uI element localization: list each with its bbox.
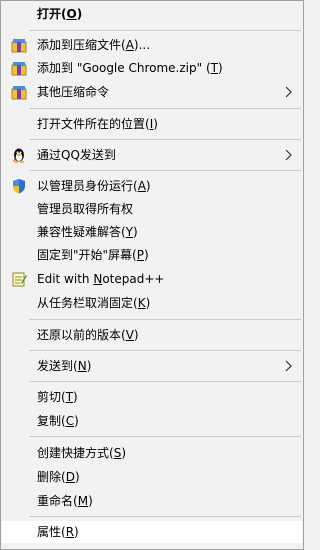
separator [29, 108, 301, 109]
separator [29, 350, 301, 351]
menu-item-label: 创建快捷方式(S) [37, 446, 127, 460]
menu-item-label: 添加到压缩文件(A)... [37, 38, 151, 52]
menu-item-other-compress[interactable]: 其他压缩命令 [1, 81, 303, 103]
menu-item-create-shortcut[interactable]: 创建快捷方式(S) [1, 442, 303, 464]
menu-item-open[interactable]: 打开(O) [1, 3, 303, 25]
separator [29, 30, 301, 31]
menu-item-edit-notepad[interactable]: Edit with Notepad++ [1, 268, 303, 290]
context-menu: 打开(O) 添加到压缩文件(A)... 添加到 "Google Chrome.z… [0, 0, 304, 550]
menu-item-label: 还原以前的版本(V) [37, 328, 139, 342]
menu-item-label: 重命名(M) [37, 494, 93, 508]
menu-item-properties[interactable]: 属性(R) [2, 521, 302, 543]
menu-item-copy[interactable]: 复制(C) [1, 410, 303, 432]
separator [29, 436, 301, 437]
menu-item-pin-start[interactable]: 固定到"开始"屏幕(P) [1, 244, 303, 266]
menu-item-open-location[interactable]: 打开文件所在的位置(I) [1, 113, 303, 135]
menu-item-label: 添加到 "Google Chrome.zip" (T) [37, 61, 223, 75]
menu-item-send-to[interactable]: 发送到(N) [1, 355, 303, 377]
menu-item-label: 打开(O) [37, 7, 83, 21]
separator [29, 139, 301, 140]
menu-item-label: 通过QQ发送到 [37, 148, 116, 162]
menu-item-run-as-admin[interactable]: 以管理员身份运行(A) [1, 175, 303, 197]
menu-item-unpin-taskbar[interactable]: 从任务栏取消固定(K) [1, 292, 303, 314]
menu-item-label: 以管理员身份运行(A) [37, 179, 151, 193]
chevron-right-icon [283, 148, 295, 162]
menu-item-restore-versions[interactable]: 还原以前的版本(V) [1, 324, 303, 346]
winrar-other-icon [11, 84, 27, 100]
menu-item-label: Edit with Notepad++ [37, 272, 165, 286]
notepad-plus-plus-icon [11, 271, 27, 287]
menu-item-take-ownership[interactable]: 管理员取得所有权 [1, 198, 303, 220]
separator [29, 319, 301, 320]
menu-item-label: 打开文件所在的位置(I) [37, 117, 158, 131]
chevron-right-icon [283, 359, 295, 373]
menu-item-label: 属性(R) [37, 525, 79, 539]
menu-item-label: 复制(C) [37, 414, 79, 428]
chevron-right-icon [283, 85, 295, 99]
menu-item-cut[interactable]: 剪切(T) [1, 386, 303, 408]
winrar-zip-icon [11, 60, 27, 76]
separator [29, 381, 301, 382]
menu-item-label: 从任务栏取消固定(K) [37, 296, 151, 310]
menu-item-rename[interactable]: 重命名(M) [1, 490, 303, 512]
menu-item-send-qq[interactable]: 通过QQ发送到 [1, 144, 303, 166]
menu-item-label: 管理员取得所有权 [37, 202, 134, 216]
menu-item-add-archive[interactable]: 添加到压缩文件(A)... [1, 34, 303, 56]
menu-item-label: 发送到(N) [37, 359, 92, 373]
separator [29, 516, 301, 517]
winrar-archive-icon [11, 37, 27, 53]
menu-item-label: 兼容性疑难解答(Y) [37, 225, 138, 239]
menu-item-compatibility[interactable]: 兼容性疑难解答(Y) [1, 221, 303, 243]
separator [29, 170, 301, 171]
menu-item-label: 固定到"开始"屏幕(P) [37, 248, 149, 262]
menu-item-label: 其他压缩命令 [37, 85, 110, 99]
menu-item-label: 删除(D) [37, 470, 80, 484]
menu-item-add-zip[interactable]: 添加到 "Google Chrome.zip" (T) [1, 57, 303, 79]
menu-item-delete[interactable]: 删除(D) [1, 466, 303, 488]
qq-penguin-icon [11, 147, 27, 163]
menu-item-label: 剪切(T) [37, 390, 78, 404]
uac-shield-icon [11, 178, 27, 194]
